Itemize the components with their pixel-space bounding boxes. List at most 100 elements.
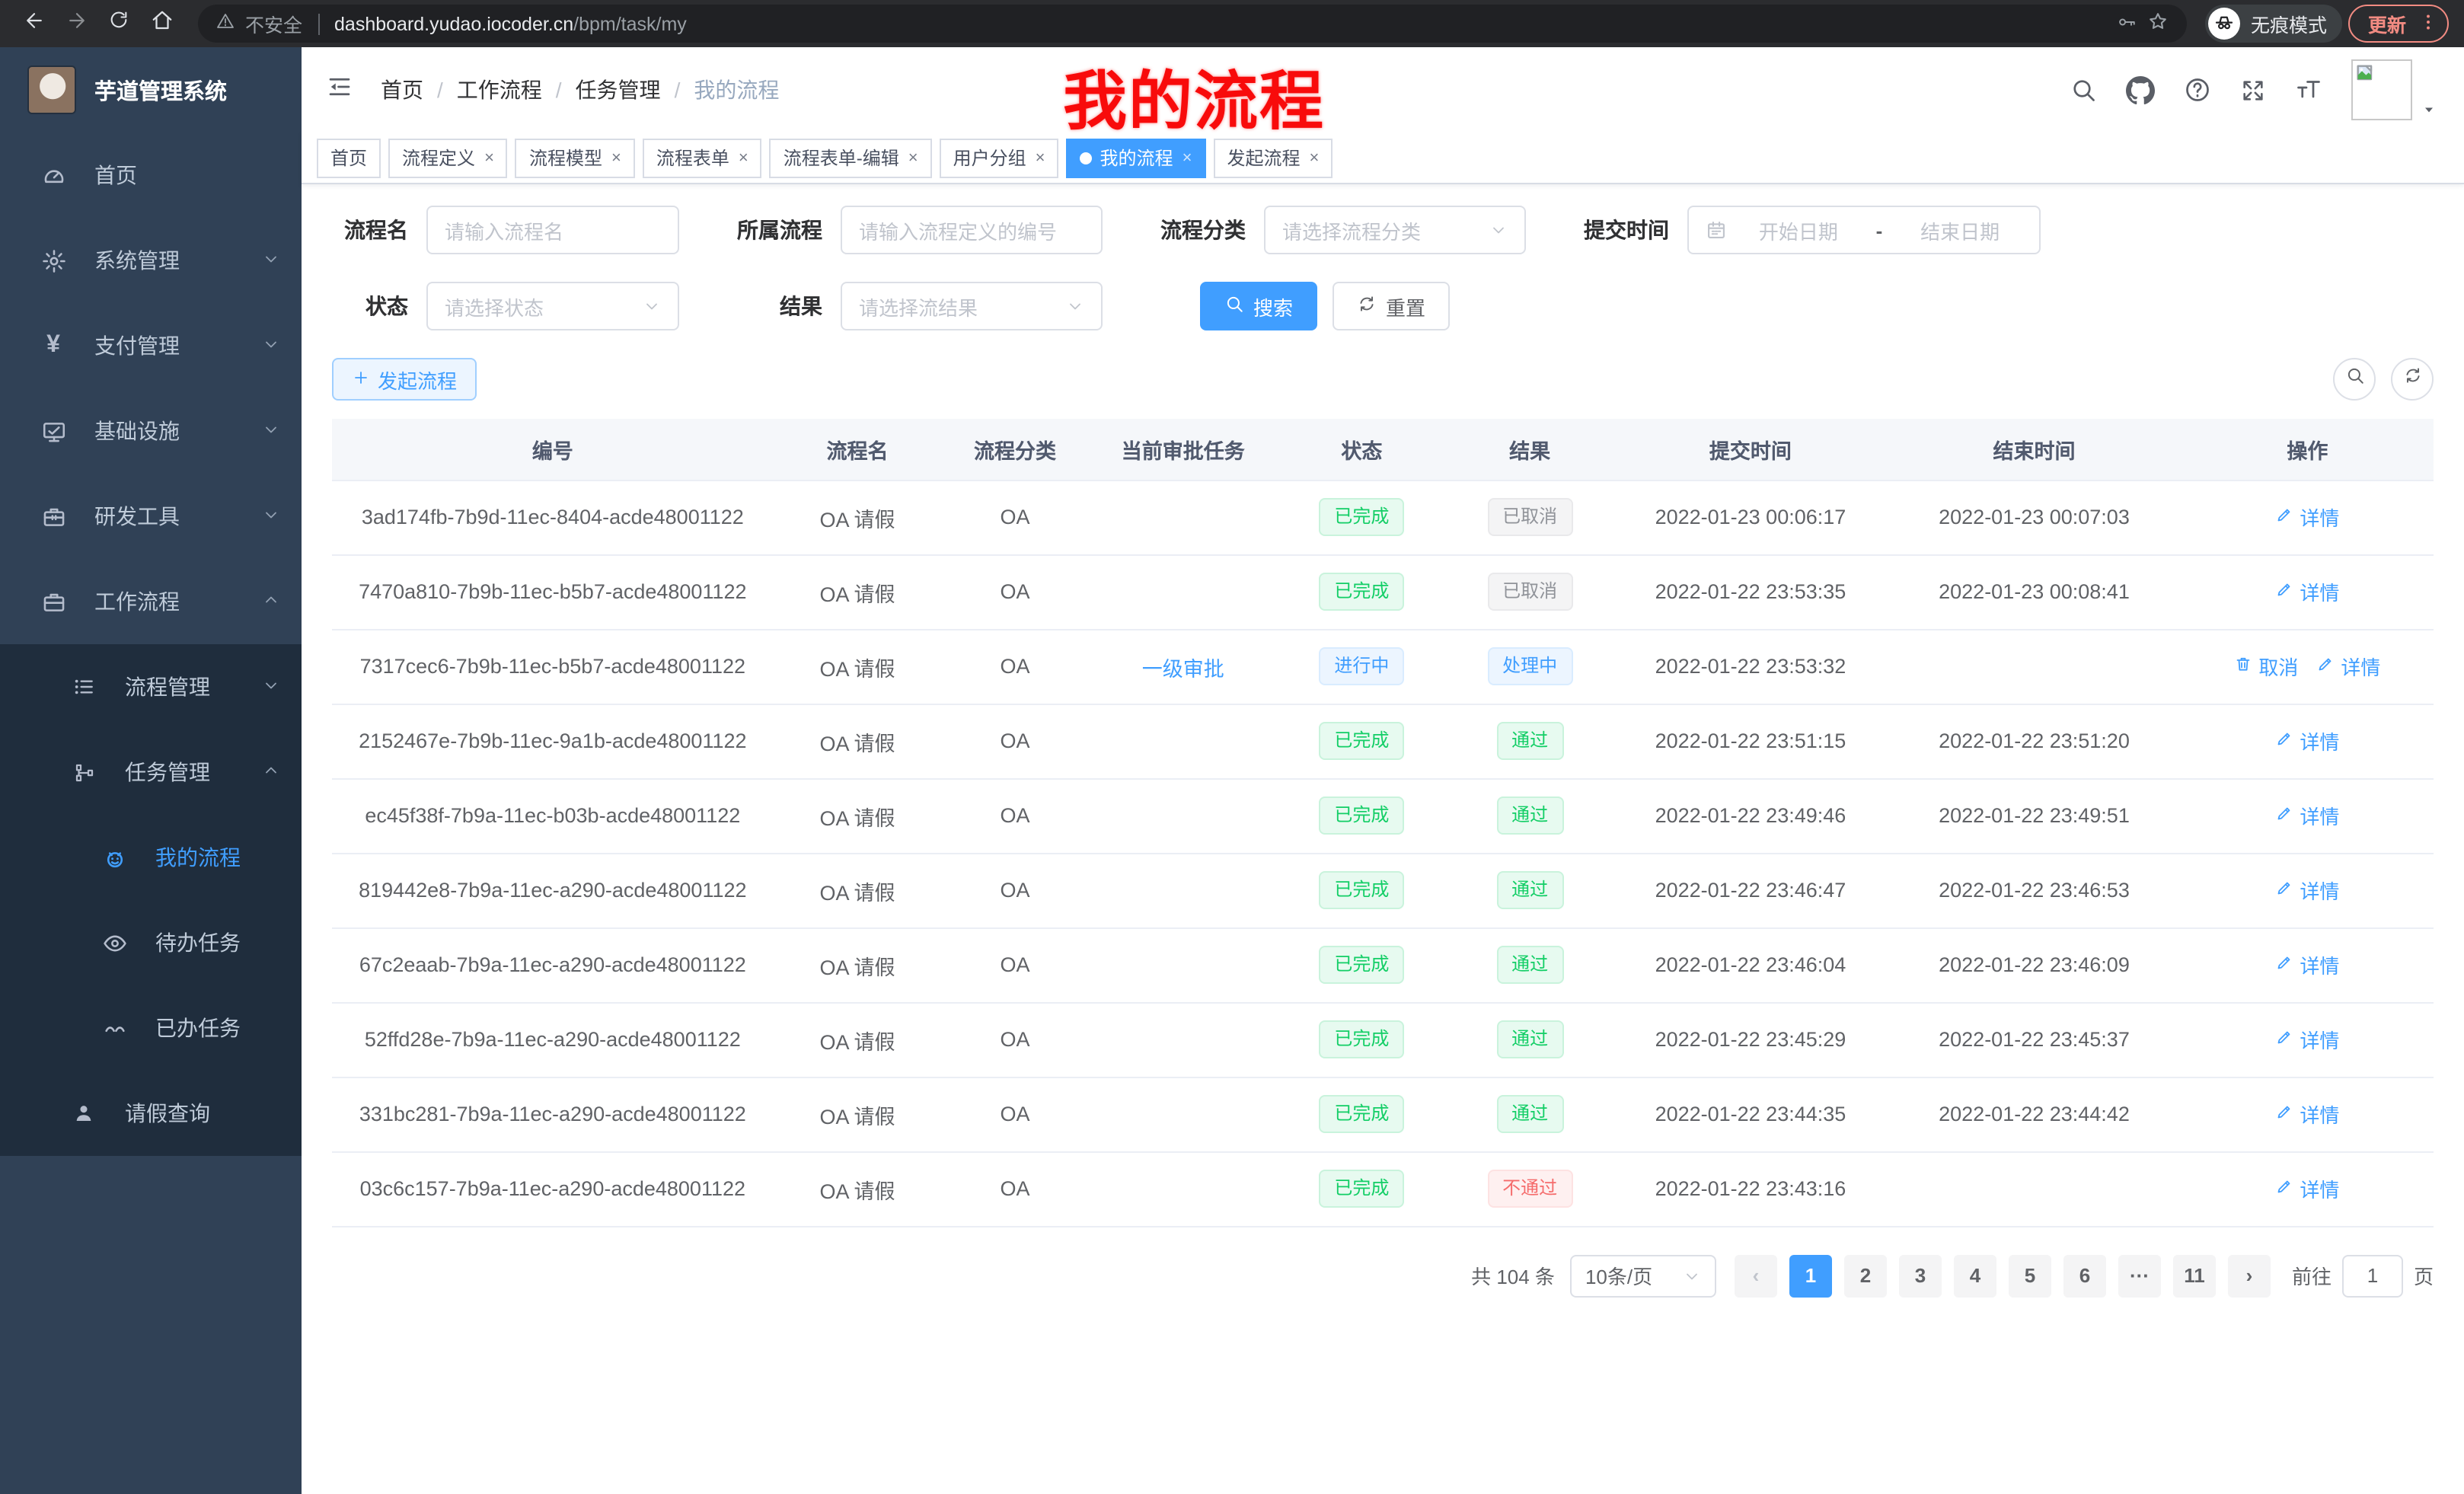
prev-page-button[interactable]: ‹ [1735, 1254, 1777, 1297]
tab-label: 用户分组 [953, 145, 1026, 171]
page-button-2[interactable]: 2 [1844, 1254, 1887, 1297]
refresh-table-button[interactable] [2391, 358, 2434, 401]
sidebar-item-infrastructure[interactable]: 基础设施 [0, 388, 302, 474]
sidebar-collapse-button[interactable] [320, 66, 359, 113]
process-name-input[interactable]: 请输入流程名 [426, 206, 679, 254]
browser-update-button[interactable]: 更新 [2348, 5, 2449, 43]
close-icon[interactable]: × [611, 148, 621, 167]
sidebar-item-workflow[interactable]: 工作流程 [0, 559, 302, 644]
reset-button[interactable]: 重置 [1333, 282, 1450, 330]
font-size-icon[interactable] [2295, 76, 2322, 104]
status-select[interactable]: 请选择状态 [426, 282, 679, 330]
browser-home-button[interactable] [143, 5, 180, 42]
page-button-5[interactable]: 5 [2009, 1254, 2051, 1297]
detail-link[interactable]: 详情 [2275, 950, 2339, 979]
goto-unit: 页 [2414, 1261, 2434, 1290]
create-process-button[interactable]: 发起流程 [332, 358, 477, 401]
submit-time-range-picker[interactable]: 开始日期 - 结束日期 [1687, 206, 2041, 254]
sidebar-item-payment-mgmt[interactable]: ¥支付管理 [0, 303, 302, 388]
warning-icon [216, 12, 235, 35]
url-bar[interactable]: 不安全 dashboard.yudao.iocoder.cn/bpm/task/… [198, 5, 2187, 43]
filter-label: 流程名 [332, 215, 408, 245]
search-icon[interactable] [2070, 76, 2097, 104]
detail-link[interactable]: 详情 [2275, 1174, 2339, 1203]
browser-reload-button[interactable] [101, 5, 137, 42]
close-icon[interactable]: × [739, 148, 748, 167]
sidebar-item-process-mgmt[interactable]: 流程管理 [0, 644, 302, 729]
avatar-caret-icon[interactable] [2421, 102, 2437, 117]
help-icon[interactable] [2184, 76, 2211, 104]
sidebar-item-system-mgmt[interactable]: 系统管理 [0, 218, 302, 303]
close-icon[interactable]: × [1183, 148, 1192, 167]
page-size-select[interactable]: 10条/页 [1570, 1254, 1716, 1297]
close-icon[interactable]: × [1036, 148, 1045, 167]
close-icon[interactable]: × [1309, 148, 1319, 167]
tab-流程定义[interactable]: 流程定义× [388, 138, 508, 177]
tab-我的流程[interactable]: 我的流程× [1067, 138, 1206, 177]
edit-icon [2275, 953, 2293, 976]
close-icon[interactable]: × [484, 148, 494, 167]
tab-用户分组[interactable]: 用户分组 × [940, 138, 1059, 177]
goto-page-input[interactable]: 1 [2342, 1254, 2403, 1297]
next-page-button[interactable]: › [2228, 1254, 2271, 1297]
process-definition-input[interactable]: 请输入流程定义的编号 [841, 206, 1103, 254]
tab-流程表单-编辑[interactable]: 流程表单-编辑× [770, 138, 932, 177]
sidebar-item-home[interactable]: 首页 [0, 132, 302, 218]
fullscreen-icon[interactable] [2240, 77, 2266, 103]
page-button-4[interactable]: 4 [1954, 1254, 1996, 1297]
chevron-down-icon [262, 334, 280, 358]
sidebar-item-leave-query[interactable]: 请假查询 [0, 1071, 302, 1156]
search-button[interactable]: 搜索 [1200, 282, 1317, 330]
breadcrumb-item[interactable]: 首页 [381, 75, 423, 105]
cancel-link[interactable]: 取消 [2234, 652, 2298, 681]
cell-current-task [1089, 1002, 1278, 1077]
trash-icon [2234, 655, 2252, 678]
detail-link[interactable]: 详情 [2275, 1100, 2339, 1128]
page-ellipsis[interactable]: ··· [2118, 1254, 2161, 1297]
home-icon [150, 8, 173, 39]
page-button-3[interactable]: 3 [1899, 1254, 1942, 1297]
detail-link[interactable]: 详情 [2275, 726, 2339, 755]
detail-link[interactable]: 详情 [2316, 652, 2380, 681]
task-link[interactable]: 一级审批 [1142, 657, 1224, 680]
detail-link[interactable]: 详情 [2275, 801, 2339, 830]
browser-menu-icon[interactable] [2418, 11, 2438, 36]
browser-forward-button[interactable] [58, 5, 94, 42]
close-icon[interactable]: × [908, 148, 918, 167]
browser-back-button[interactable] [15, 5, 52, 42]
github-icon[interactable] [2126, 75, 2155, 104]
tab-首页[interactable]: 首页 [317, 138, 381, 177]
page-button-11[interactable]: 11 [2173, 1254, 2216, 1297]
cell-submit-time: 2022-01-22 23:45:29 [1614, 1002, 1888, 1077]
cell-current-task [1089, 1151, 1278, 1226]
detail-link[interactable]: 详情 [2275, 503, 2339, 532]
sidebar: 芋道管理系统 首页系统管理¥支付管理基础设施研发工具工作流程流程管理任务管理我的… [0, 47, 302, 1494]
cell-end-time: 2022-01-22 23:45:37 [1887, 1002, 2181, 1077]
category-select[interactable]: 请选择流程分类 [1264, 206, 1526, 254]
cell-current-task [1089, 853, 1278, 927]
detail-link[interactable]: 详情 [2275, 1025, 2339, 1054]
breadcrumb-item[interactable]: 工作流程 [457, 75, 542, 105]
breadcrumb-item[interactable]: 任务管理 [576, 75, 661, 105]
bookmark-star-icon[interactable] [2147, 11, 2169, 37]
tab-流程表单[interactable]: 流程表单× [643, 138, 762, 177]
tab-发起流程[interactable]: 发起流程× [1213, 138, 1333, 177]
page-button-6[interactable]: 6 [2063, 1254, 2106, 1297]
key-icon[interactable] [2117, 11, 2137, 36]
app-logo[interactable]: 芋道管理系统 [0, 47, 302, 132]
tab-流程模型[interactable]: 流程模型× [515, 138, 635, 177]
toggle-search-button[interactable] [2333, 358, 2376, 401]
avatar[interactable] [2351, 59, 2412, 120]
cell-id: 2152467e-7b9b-11ec-9a1b-acde48001122 [332, 704, 774, 778]
detail-link[interactable]: 详情 [2275, 577, 2339, 606]
browser-toolbar: 不安全 dashboard.yudao.iocoder.cn/bpm/task/… [0, 0, 2464, 47]
result-select[interactable]: 请选择流结果 [841, 282, 1103, 330]
sidebar-item-done-tasks[interactable]: 已办任务 [0, 985, 302, 1071]
sidebar-item-task-mgmt[interactable]: 任务管理 [0, 729, 302, 815]
sidebar-item-my-process[interactable]: 我的流程 [0, 815, 302, 900]
sidebar-item-dev-tools[interactable]: 研发工具 [0, 474, 302, 559]
detail-link[interactable]: 详情 [2275, 876, 2339, 905]
page-button-1[interactable]: 1 [1789, 1254, 1832, 1297]
sidebar-item-todo-tasks[interactable]: 待办任务 [0, 900, 302, 985]
chevron-down-icon [262, 419, 280, 443]
